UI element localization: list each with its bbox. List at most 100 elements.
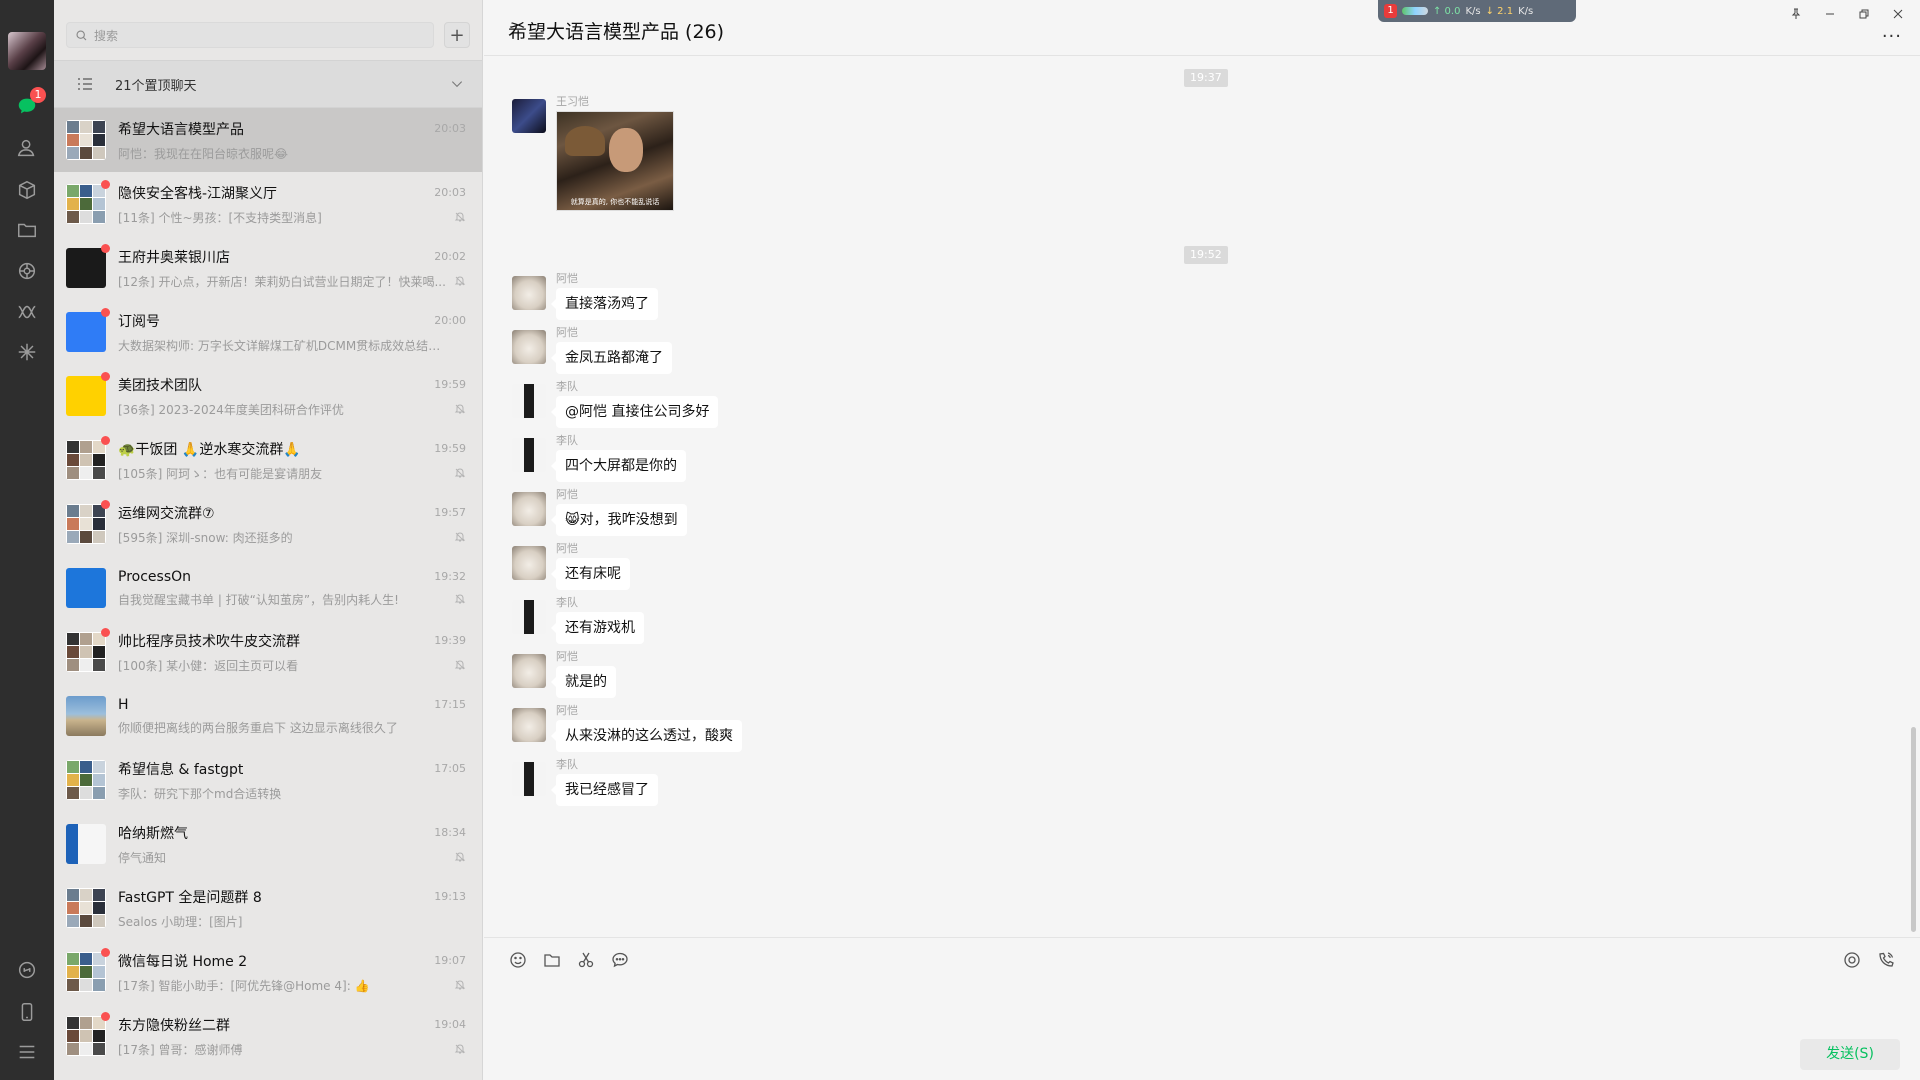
emoji-icon[interactable] (508, 950, 528, 970)
mini-programs-icon[interactable] (13, 338, 41, 366)
wechat-window: 1 搜索 + 21个置顶聊天 希望大语言模型产品 20:03 阿恺：我现在在阳台… (0, 0, 1920, 1080)
live-icon[interactable] (1842, 950, 1862, 970)
conversation-header-row: 希望大语言模型产品 20:03 (118, 119, 466, 139)
conversation-body: 隐侠安全客栈-江湖聚义厅 20:03 [11条] 个性~男孩：[不支持类型消息] (118, 183, 482, 226)
conversation-name: 隐侠安全客栈-江湖聚义厅 (118, 185, 278, 202)
message-bubble[interactable]: 还有游戏机 (551, 612, 644, 644)
sender-avatar[interactable] (512, 600, 546, 634)
conversation-preview: [17条] 智能小助手：[阿优先锋@Home 4]: 👍 (118, 978, 370, 993)
message-bubble[interactable]: @阿恺 直接住公司多好 (550, 396, 719, 428)
conversation-header-row: 东方隐侠粉丝二群 19:04 (118, 1015, 466, 1035)
conversation-header-row: 希望信息 & fastgpt 17:05 (118, 759, 466, 779)
sender-avatar[interactable] (512, 654, 546, 688)
conversation-time: 19:39 (434, 634, 466, 647)
scrollbar[interactable] (1911, 727, 1916, 932)
conversation-preview: [105条] 阿珂ゝ：也有可能是宴请朋友 (118, 466, 323, 481)
collections-icon[interactable] (13, 176, 41, 204)
upload-speed: ↑ 0.0 (1433, 5, 1461, 17)
channels-icon[interactable] (13, 298, 41, 326)
mini-program-panel-icon[interactable] (13, 956, 41, 984)
message-bubble[interactable]: 四个大屏都是你的 (551, 450, 686, 482)
conversation-body: 美团技术团队 19:59 [36条] 2023-2024年度美团科研合作评优 (118, 375, 482, 418)
conversation-item[interactable]: 微信每日说 Home 2 19:07 [17条] 智能小助手：[阿优先锋@Home … (54, 940, 482, 1004)
conversation-item[interactable]: 希望信息 & fastgpt 17:05 李队：研究下那个md合适转换 (54, 748, 482, 812)
sender-avatar[interactable] (512, 330, 546, 364)
conversation-item[interactable]: 帅比程序员技术吹牛皮交流群 19:39 [100条] 某小健：返回主页可以看 (54, 620, 482, 684)
conversation-time: 19:13 (434, 890, 466, 903)
message-bubble[interactable]: 😸对，我咋没想到 (551, 504, 687, 536)
message-bubble[interactable]: 从来没淋的这么透过，酸爽 (551, 720, 742, 752)
conversation-item[interactable]: 隐侠安全客栈-江湖聚义厅 20:03 [11条] 个性~男孩：[不支持类型消息] (54, 172, 482, 236)
conversation-preview-row: [12条] 开心点，开新店！茉莉奶白试营业日期定了！快莱喝... (118, 273, 466, 290)
pinned-chats-header[interactable]: 21个置顶聊天 (54, 60, 482, 108)
chat-history-icon[interactable] (610, 950, 630, 970)
conversation-item[interactable]: 运维网交流群⑦ 19:57 [595条] 深圳-snow: 肉还挺多的 (54, 492, 482, 556)
conversation-item[interactable]: 王府井奥莱银川店 20:02 [12条] 开心点，开新店！茉莉奶白试营业日期定了！快… (54, 236, 482, 300)
mute-bell-icon (454, 468, 466, 478)
search-input[interactable]: 搜索 (66, 22, 434, 48)
phone-icon[interactable] (13, 998, 41, 1026)
conversation-name: 微信每日说 Home 2 (118, 953, 248, 970)
conversation-item[interactable]: ProcessOn 19:32 自我觉醒宝藏书单 | 打破“认知茧房”，告别内耗人生… (54, 556, 482, 620)
folder-icon[interactable] (13, 216, 41, 244)
conversation-item[interactable]: FastGPT 全是问题群 8 19:13 Sealos 小助理：[图片] (54, 876, 482, 940)
conversation-header-row: FastGPT 全是问题群 8 19:13 (118, 887, 466, 907)
conversation-preview-row: 大数据架构师: 万字长文详解煤工矿机DCMM贯标成效总结【... (118, 337, 466, 354)
conversation-preview-row: Sealos 小助理：[图片] (118, 913, 466, 930)
netmon-badge: 1 (1384, 4, 1397, 18)
call-icon[interactable] (1876, 950, 1896, 970)
list-toolbar: 搜索 + (54, 0, 482, 60)
close-icon[interactable] (1888, 4, 1908, 24)
conversation-header-row: 订阅号 20:00 (118, 311, 466, 331)
sender-name: 阿恺 (556, 488, 578, 501)
conversation-item[interactable]: 订阅号 20:00 大数据架构师: 万字长文详解煤工矿机DCMM贯标成效总结【... (54, 300, 482, 364)
file-icon[interactable] (542, 950, 562, 970)
message-bubble[interactable]: 还有床呢 (551, 558, 630, 590)
message-bubble[interactable]: 直接落汤鸡了 (551, 288, 658, 320)
my-avatar[interactable] (8, 32, 46, 70)
sender-avatar[interactable] (512, 762, 546, 796)
restore-icon[interactable] (1854, 4, 1874, 24)
contacts-icon[interactable] (13, 134, 41, 162)
minimize-icon[interactable] (1820, 4, 1840, 24)
add-button[interactable]: + (444, 22, 470, 48)
sender-avatar[interactable] (512, 276, 546, 310)
conversation-avatar (66, 180, 110, 224)
send-button[interactable]: 发送(S) (1800, 1039, 1900, 1070)
conversation-item[interactable]: 🐢干饭团 🙏逆水寒交流群🙏 19:59 [105条] 阿珂ゝ：也有可能是宴请朋友 (54, 428, 482, 492)
conversation-preview: [11条] 个性~男孩：[不支持类型消息] (118, 210, 322, 225)
conversation-body: 东方隐侠粉丝二群 19:04 [17条] 曾哥：感谢师傅 (118, 1015, 482, 1058)
sender-avatar[interactable] (512, 384, 546, 418)
moments-icon[interactable] (13, 257, 41, 285)
menu-icon[interactable] (13, 1038, 41, 1066)
timestamp-divider: 19:37 (1184, 69, 1228, 87)
conversation-preview: [17条] 曾哥：感谢师傅 (118, 1042, 243, 1057)
message-bubble[interactable]: 金凤五路都淹了 (551, 342, 672, 374)
unread-dot (101, 436, 110, 445)
conversation-time: 19:04 (434, 1018, 466, 1031)
chat-nav-icon[interactable]: 1 (13, 87, 46, 120)
photo-face (609, 128, 643, 172)
conversation-item[interactable]: 美团技术团队 19:59 [36条] 2023-2024年度美团科研合作评优 (54, 364, 482, 428)
conversation-item[interactable]: 东方隐侠粉丝二群 19:04 [17条] 曾哥：感谢师傅 (54, 1004, 482, 1068)
conversation-avatar (66, 244, 110, 288)
chat-panel: 希望大语言模型产品 (26) 1 ↑ 0.0 K/s ↓ 2.1 K/s ···… (484, 0, 1920, 1080)
sender-avatar[interactable] (512, 438, 546, 472)
sender-name: 阿恺 (556, 542, 578, 555)
photo-thumbnail[interactable]: 就算是真的, 你也不能乱说话 (556, 111, 674, 211)
message-bubble[interactable]: 就是的 (551, 666, 616, 698)
screenshot-icon[interactable] (576, 950, 596, 970)
sender-avatar[interactable] (512, 492, 546, 526)
conversation-item[interactable]: H 17:15 你顺便把离线的两台服务重启下 这边显示离线很久了 (54, 684, 482, 748)
conversation-avatar (66, 824, 106, 864)
conversation-item[interactable]: 哈纳斯燃气 18:34 停气通知 (54, 812, 482, 876)
sender-avatar[interactable] (512, 546, 546, 580)
conversation-preview: Sealos 小助理：[图片] (118, 914, 243, 929)
pin-icon[interactable] (1786, 4, 1806, 24)
message-bubble[interactable]: 我已经感冒了 (551, 774, 658, 806)
sender-avatar[interactable] (512, 708, 546, 742)
conversation-item[interactable]: 希望大语言模型产品 20:03 阿恺：我现在在阳台晾衣服呢😂 (54, 108, 482, 172)
conversation-body: 帅比程序员技术吹牛皮交流群 19:39 [100条] 某小健：返回主页可以看 (118, 631, 482, 674)
more-options-button[interactable]: ··· (1882, 26, 1902, 47)
sender-avatar[interactable] (512, 99, 546, 133)
